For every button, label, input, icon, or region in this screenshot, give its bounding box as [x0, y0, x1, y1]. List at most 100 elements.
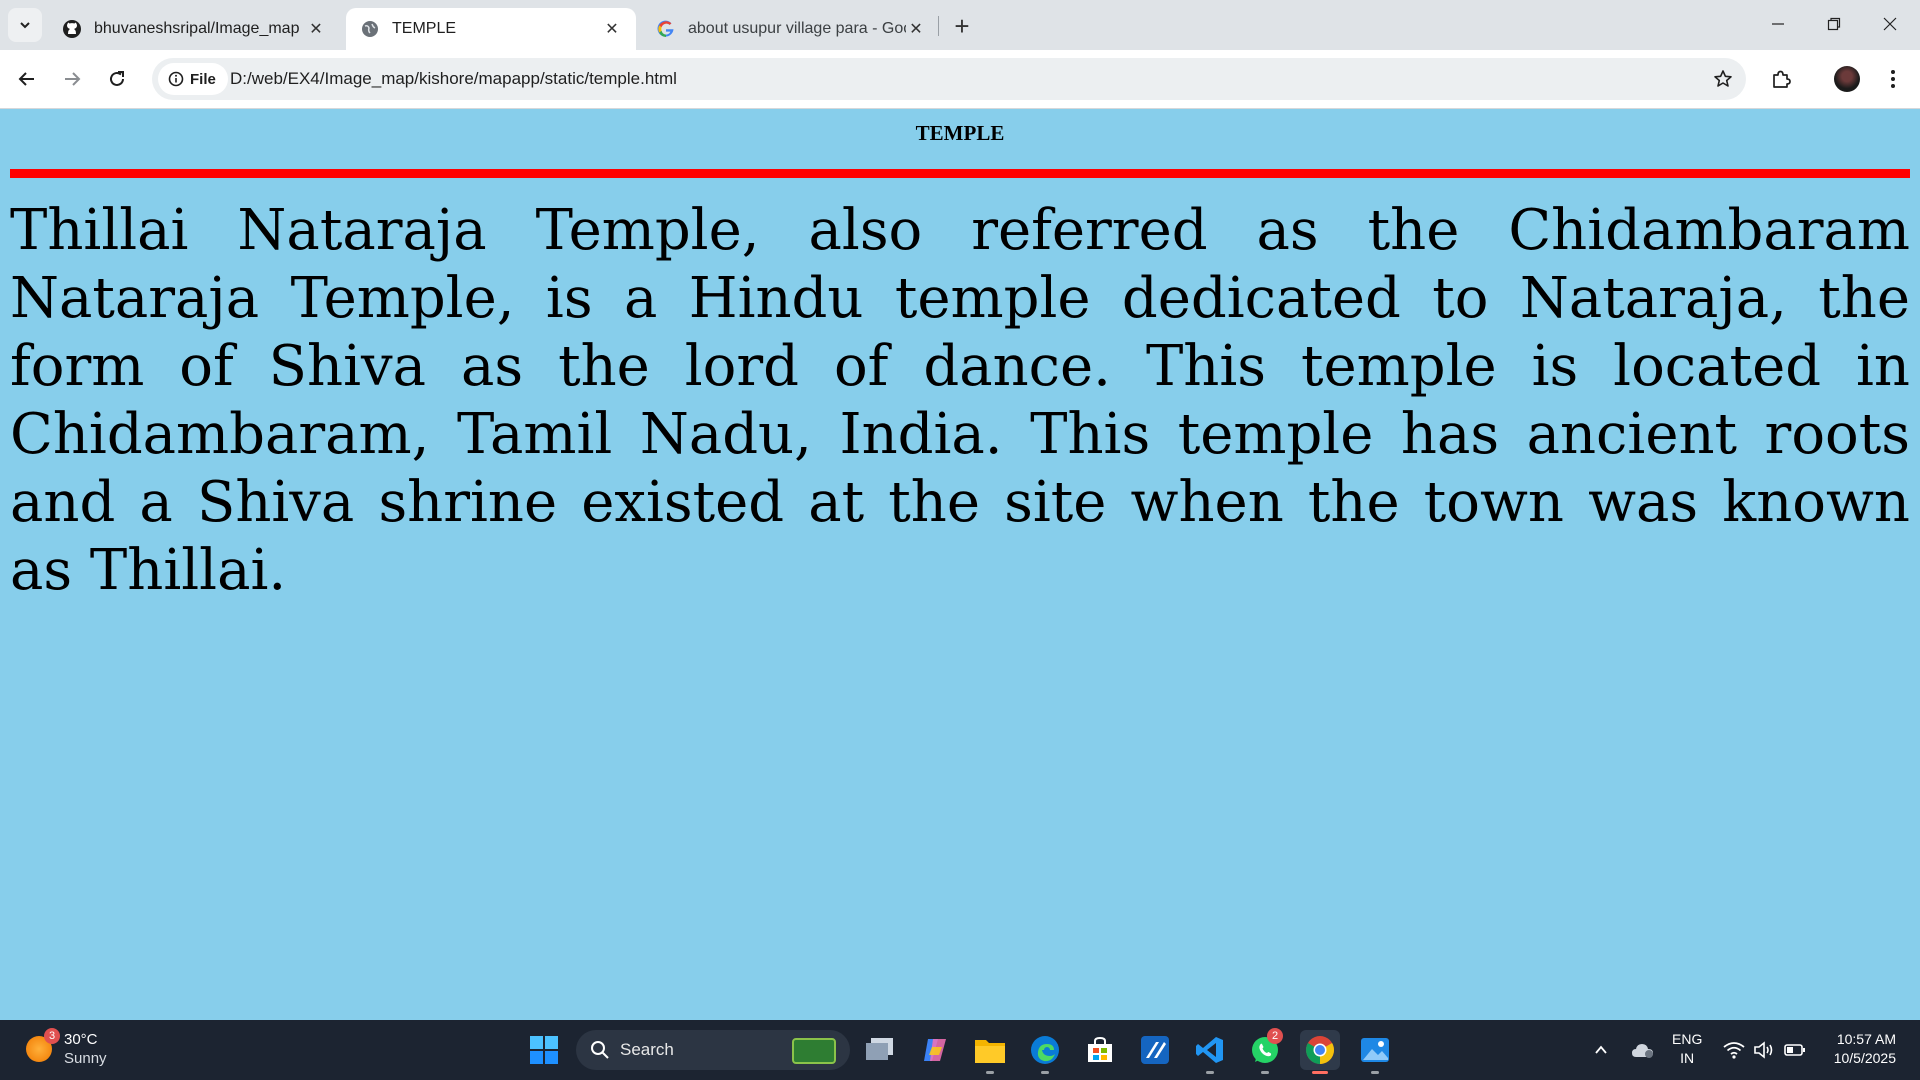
vscode-icon	[1196, 1037, 1223, 1063]
new-tab-button[interactable]: +	[948, 11, 976, 41]
more-vertical-icon	[1891, 70, 1895, 88]
menu-button[interactable]	[1876, 62, 1910, 96]
copilot-icon	[924, 1039, 946, 1061]
tab-google[interactable]: about usupur village para - Goo ✕	[642, 8, 940, 50]
minimize-button[interactable]	[1750, 0, 1806, 48]
folder-icon	[975, 1040, 1005, 1063]
reload-button[interactable]	[100, 62, 134, 96]
avatar	[1834, 66, 1860, 92]
copilot-button[interactable]	[915, 1030, 955, 1070]
tab-strip: bhuvaneshsripal/Image_map ✕ TEMPLE ✕ abo…	[0, 0, 1920, 50]
chevron-down-icon	[20, 22, 30, 29]
battery-icon	[1784, 1044, 1805, 1056]
info-icon	[168, 71, 184, 87]
volume-button[interactable]	[1752, 1038, 1776, 1062]
red-divider	[10, 169, 1910, 178]
running-indicator	[1206, 1071, 1214, 1074]
running-indicator	[1041, 1071, 1049, 1074]
task-view-icon	[866, 1038, 893, 1060]
input-language[interactable]: ENG IN	[1672, 1030, 1702, 1068]
clock[interactable]: 10:57 AM 10/5/2025	[1826, 1030, 1896, 1068]
tab-separator	[938, 16, 939, 36]
tab-title: about usupur village para - Goo	[688, 20, 906, 37]
minimize-icon	[1772, 23, 1784, 25]
clock-time: 10:57 AM	[1836, 1031, 1896, 1047]
bookmark-star-button[interactable]	[1710, 66, 1736, 92]
chrome-icon	[1306, 1036, 1334, 1064]
cloud-icon	[1632, 1044, 1653, 1058]
store-icon	[1088, 1036, 1112, 1062]
star-icon	[1714, 70, 1732, 87]
notification-badge: 2	[1267, 1028, 1283, 1044]
running-indicator	[1261, 1071, 1269, 1074]
taskbar: 3 30°C Sunny Search 2 ENG IN 10:57 AM 10…	[0, 1020, 1920, 1080]
weather-temp: 30°C	[64, 1031, 98, 1048]
puzzle-icon	[1773, 70, 1791, 88]
pen-app-icon	[1141, 1036, 1169, 1064]
weather-widget[interactable]: 3 30°C Sunny	[26, 1028, 107, 1068]
running-indicator	[1312, 1071, 1328, 1074]
address-bar[interactable]: File D:/web/EX4/Image_map/kishore/mapapp…	[152, 58, 1746, 100]
edge-icon	[1031, 1036, 1059, 1064]
tab-search-button[interactable]	[8, 8, 42, 42]
show-hidden-icons-button[interactable]	[1590, 1038, 1612, 1062]
profile-button[interactable]	[1830, 62, 1864, 96]
wifi-button[interactable]	[1722, 1038, 1746, 1062]
chevron-up-icon	[1595, 1045, 1607, 1054]
clock-date: 10/5/2025	[1833, 1050, 1896, 1066]
globe-icon	[360, 19, 380, 39]
temple-description: Thillai Nataraja Temple, also referred a…	[10, 198, 1910, 603]
running-indicator	[986, 1071, 994, 1074]
chip-label: File	[190, 70, 216, 88]
weather-condition: Sunny	[64, 1050, 107, 1067]
weather-badge: 3	[44, 1028, 60, 1044]
restore-button[interactable]	[1806, 0, 1862, 48]
edge-button[interactable]	[1025, 1030, 1065, 1074]
back-button[interactable]	[10, 62, 44, 96]
taskbar-search[interactable]: Search	[576, 1030, 850, 1070]
arrow-right-icon	[65, 72, 81, 86]
task-view-button[interactable]	[860, 1030, 900, 1070]
close-icon[interactable]: ✕	[306, 19, 326, 39]
volume-icon	[1754, 1041, 1773, 1059]
arrow-left-icon	[18, 72, 34, 86]
ide-app-button[interactable]	[1135, 1030, 1175, 1070]
region-code: IN	[1680, 1050, 1695, 1066]
github-icon	[62, 19, 82, 39]
vscode-button[interactable]	[1190, 1030, 1230, 1074]
wifi-icon	[1723, 1042, 1745, 1059]
photos-icon	[1361, 1038, 1389, 1062]
google-icon	[656, 19, 676, 39]
site-info-chip[interactable]: File	[158, 63, 228, 95]
store-button[interactable]	[1080, 1030, 1120, 1070]
tab-github[interactable]: bhuvaneshsripal/Image_map ✕	[48, 8, 340, 50]
forward-button[interactable]	[55, 62, 89, 96]
photos-button[interactable]	[1355, 1030, 1395, 1074]
sun-icon: 3	[26, 1028, 60, 1062]
battery-button[interactable]	[1782, 1038, 1808, 1062]
running-indicator	[1371, 1071, 1379, 1074]
search-label: Search	[620, 1040, 674, 1059]
tab-temple[interactable]: TEMPLE ✕	[346, 8, 636, 50]
close-icon	[1883, 17, 1897, 31]
search-icon	[591, 1041, 609, 1059]
tab-title: bhuvaneshsripal/Image_map	[94, 20, 300, 37]
close-icon[interactable]: ✕	[906, 19, 926, 39]
file-explorer-button[interactable]	[970, 1030, 1010, 1074]
windows-icon	[530, 1036, 558, 1064]
web-page: TEMPLE Thillai Nataraja Temple, also ref…	[0, 109, 1920, 1020]
browser-toolbar: File D:/web/EX4/Image_map/kishore/mapapp…	[0, 50, 1920, 109]
language-code: ENG	[1672, 1031, 1703, 1047]
chrome-button[interactable]	[1300, 1030, 1340, 1074]
close-window-button[interactable]	[1862, 0, 1918, 48]
whatsapp-button[interactable]: 2	[1245, 1028, 1285, 1074]
tab-title: TEMPLE	[392, 20, 457, 37]
search-highlight-icon	[792, 1038, 836, 1064]
close-icon[interactable]: ✕	[602, 19, 622, 39]
onedrive-tray-button[interactable]	[1628, 1038, 1658, 1062]
start-button[interactable]	[524, 1030, 564, 1070]
url-text[interactable]: D:/web/EX4/Image_map/kishore/mapapp/stat…	[230, 58, 677, 100]
reload-icon	[110, 71, 124, 86]
extensions-button[interactable]	[1764, 62, 1798, 96]
restore-icon	[1827, 17, 1841, 31]
